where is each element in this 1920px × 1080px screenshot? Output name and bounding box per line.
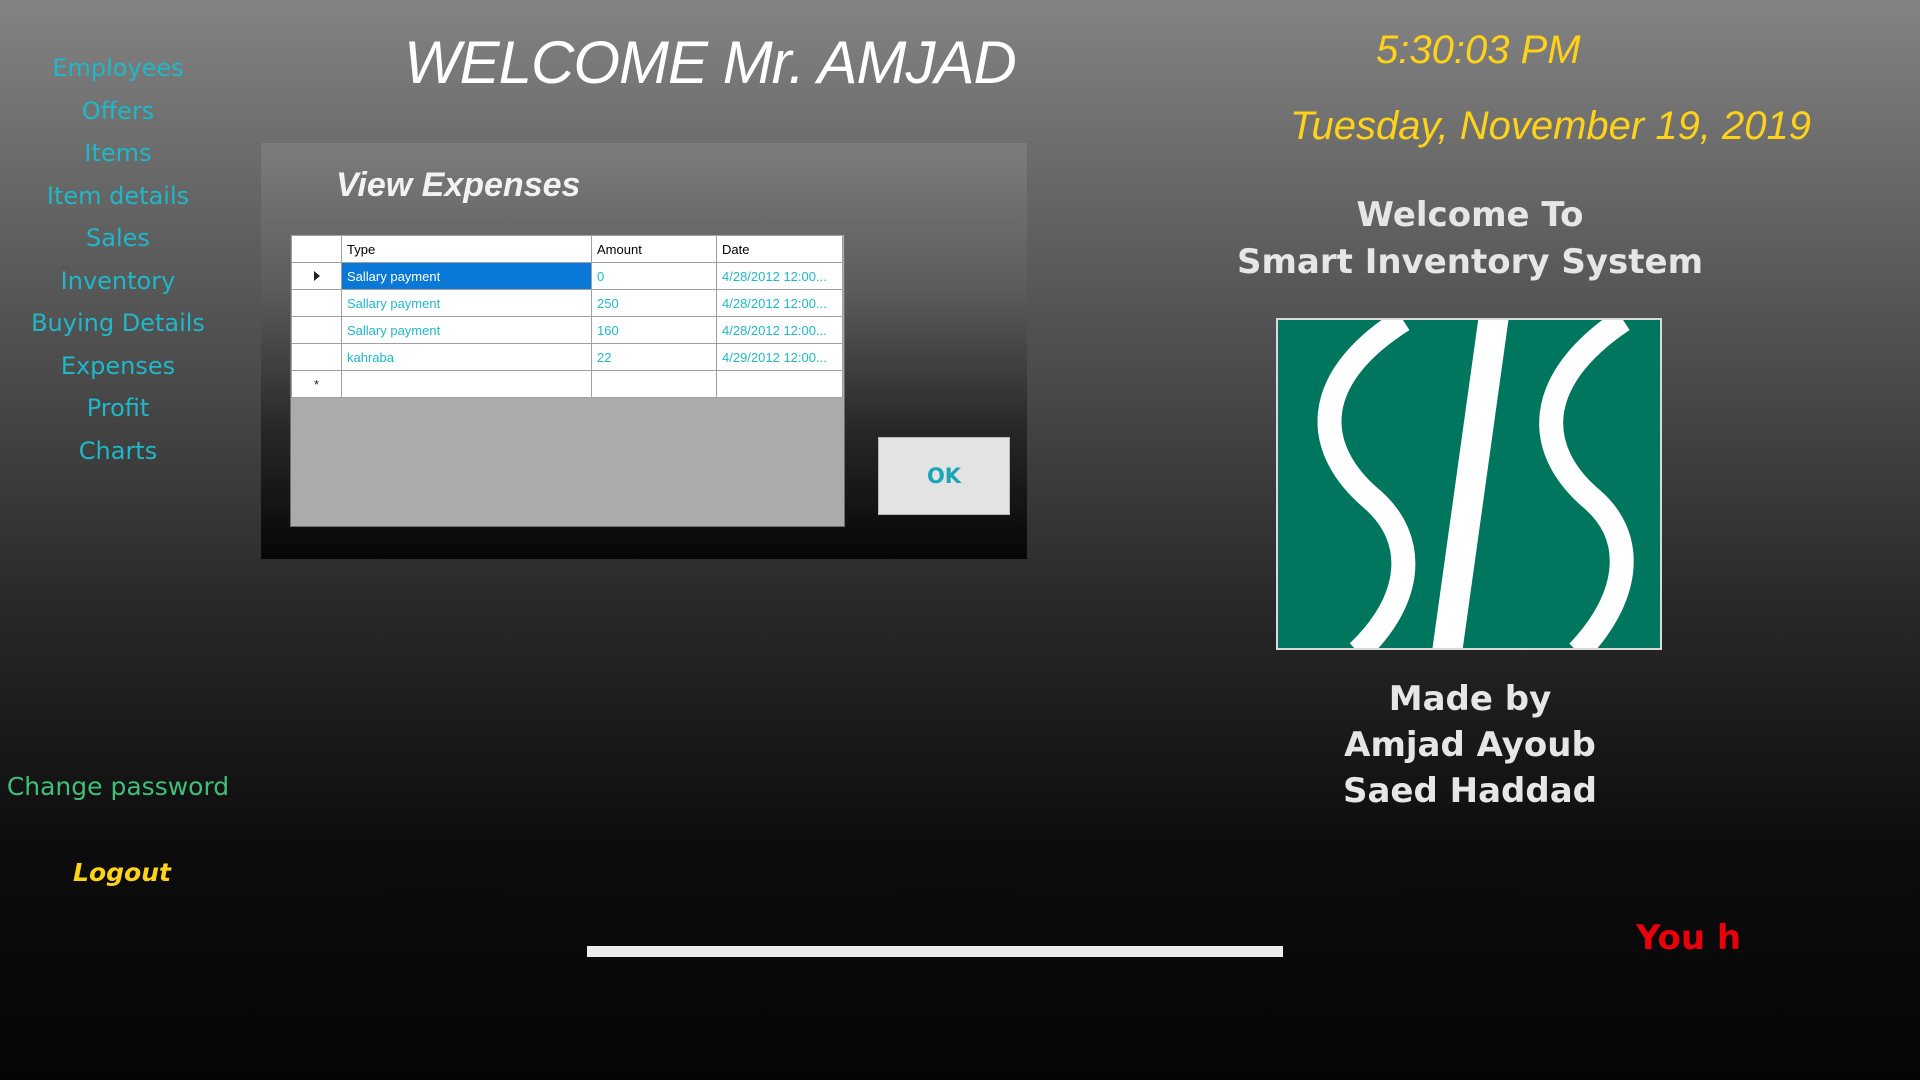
cell-type-new[interactable] xyxy=(341,370,592,398)
column-header-type[interactable]: Type xyxy=(341,235,592,263)
cell-amount-new[interactable] xyxy=(591,370,717,398)
table-row[interactable]: Sallary payment 250 4/28/2012 12:00... xyxy=(291,289,843,317)
progress-bar xyxy=(587,946,1283,957)
cell-amount[interactable]: 22 xyxy=(591,343,717,371)
cell-amount[interactable]: 250 xyxy=(591,289,717,317)
cell-type[interactable]: Sallary payment xyxy=(341,289,592,317)
row-header-corner xyxy=(291,235,342,263)
cell-date-new[interactable] xyxy=(716,370,843,398)
current-date: Tuesday, November 19, 2019 xyxy=(1290,104,1812,148)
row-selector[interactable] xyxy=(291,343,342,371)
cell-type[interactable]: Sallary payment xyxy=(341,316,592,344)
column-header-date[interactable]: Date xyxy=(716,235,843,263)
welcome-line-2: Smart Inventory System xyxy=(1236,242,1703,282)
nav-profit[interactable]: Profit xyxy=(0,387,236,430)
made-by-label: Made by xyxy=(1388,679,1552,719)
row-selector[interactable] xyxy=(291,262,342,290)
cell-amount[interactable]: 160 xyxy=(591,316,717,344)
cell-amount[interactable]: 0 xyxy=(591,262,717,290)
nav-buying-details[interactable]: Buying Details xyxy=(0,302,236,345)
nav-sales[interactable]: Sales xyxy=(0,217,236,260)
nav-inventory[interactable]: Inventory xyxy=(0,260,236,303)
table-row[interactable]: Sallary payment 0 4/28/2012 12:00... xyxy=(291,262,843,290)
nav-items[interactable]: Items xyxy=(0,132,236,175)
row-selector[interactable] xyxy=(291,289,342,317)
welcome-title: WELCOME Mr. AMJAD xyxy=(404,29,1017,96)
nav-employees[interactable]: Employees xyxy=(0,47,236,90)
cell-date[interactable]: 4/29/2012 12:00... xyxy=(716,343,843,371)
author-2: Saed Haddad xyxy=(1342,771,1598,811)
cell-date[interactable]: 4/28/2012 12:00... xyxy=(716,316,843,344)
table-row[interactable]: Sallary payment 160 4/28/2012 12:00... xyxy=(291,316,843,344)
change-password-link[interactable]: Change password xyxy=(0,772,236,801)
expenses-grid[interactable]: Type Amount Date Sallary payment 0 4/28/… xyxy=(290,234,845,527)
welcome-message: Welcome To Smart Inventory System xyxy=(1210,192,1730,286)
sis-logo-graphic xyxy=(1278,320,1660,648)
clock-time: 5:30:03 PM xyxy=(1376,28,1581,72)
row-selector[interactable] xyxy=(291,316,342,344)
cell-type[interactable]: Sallary payment xyxy=(341,262,592,290)
cell-date[interactable]: 4/28/2012 12:00... xyxy=(716,262,843,290)
ticker-text: You h xyxy=(1636,918,1742,958)
nav-offers[interactable]: Offers xyxy=(0,90,236,133)
sis-logo xyxy=(1276,318,1662,650)
nav-expenses[interactable]: Expenses xyxy=(0,345,236,388)
sidebar-nav: Employees Offers Items Item details Sale… xyxy=(0,47,236,472)
new-row-marker: * xyxy=(291,370,342,398)
welcome-line-1: Welcome To xyxy=(1356,195,1584,235)
cell-type[interactable]: kahraba xyxy=(341,343,592,371)
expenses-table: Type Amount Date Sallary payment 0 4/28/… xyxy=(291,235,843,398)
cell-date[interactable]: 4/28/2012 12:00... xyxy=(716,289,843,317)
table-row[interactable]: kahraba 22 4/29/2012 12:00... xyxy=(291,343,843,371)
new-row[interactable]: * xyxy=(291,370,843,398)
nav-item-details[interactable]: Item details xyxy=(0,175,236,218)
ok-button[interactable]: OK xyxy=(878,437,1010,515)
column-header-amount[interactable]: Amount xyxy=(591,235,717,263)
credits: Made by Amjad Ayoub Saed Haddad xyxy=(1210,676,1730,814)
dialog-title: View Expenses xyxy=(336,166,581,204)
row-pointer-icon xyxy=(313,270,320,281)
author-1: Amjad Ayoub xyxy=(1344,725,1596,765)
logout-link[interactable]: Logout xyxy=(0,858,244,887)
table-header-row: Type Amount Date xyxy=(291,235,843,263)
nav-charts[interactable]: Charts xyxy=(0,430,236,473)
